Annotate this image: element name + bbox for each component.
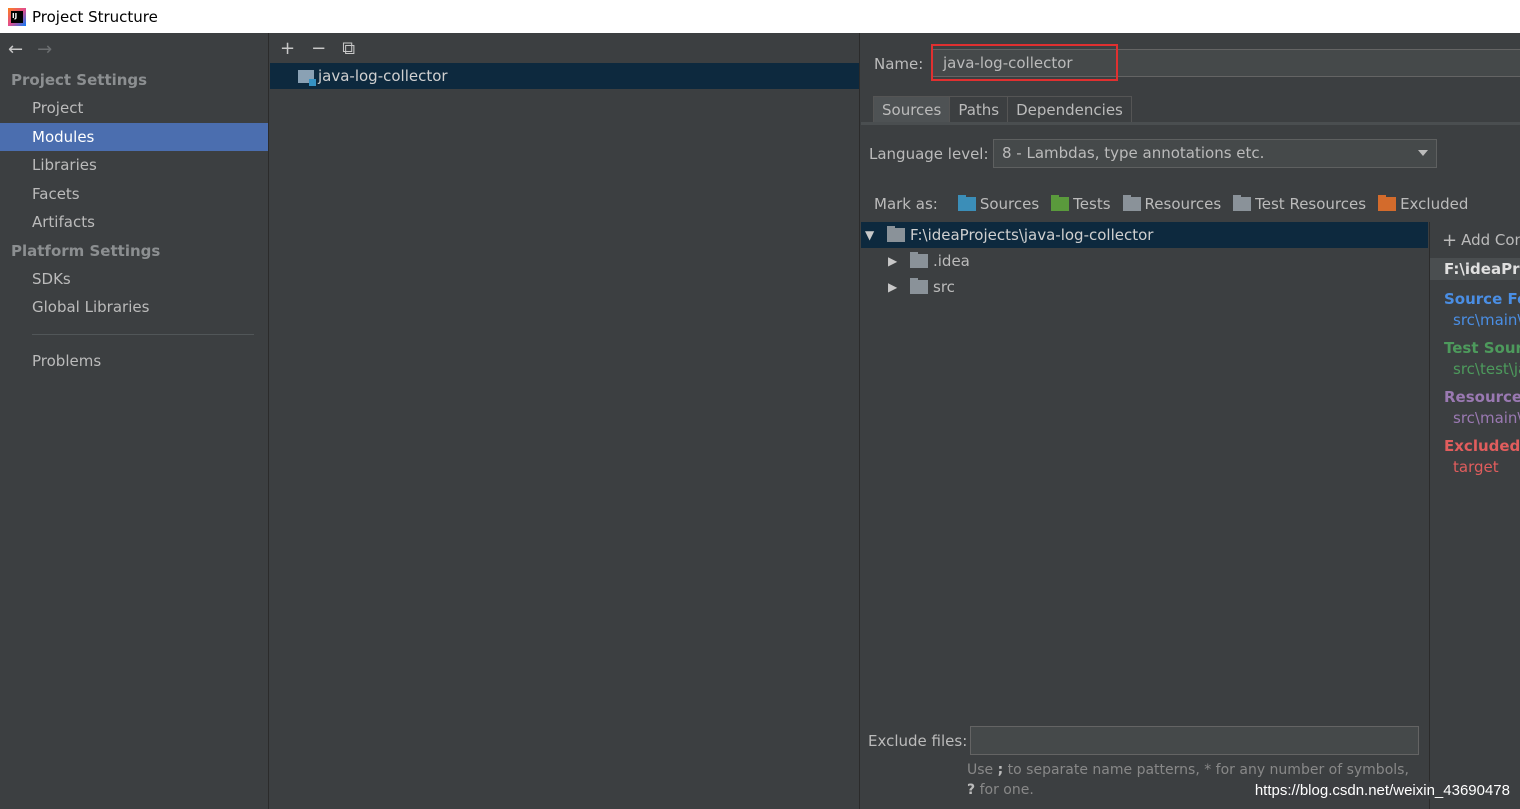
test-source-folder-path[interactable]: src\test\java [1453, 360, 1520, 378]
resource-folder-path[interactable]: src\main\resources [1453, 409, 1520, 427]
module-name-input[interactable]: java-log-collector [931, 49, 1520, 77]
tab-sources[interactable]: Sources [873, 96, 951, 122]
tree-root-row[interactable]: ▼ F:\ideaProjects\java-log-collector [861, 222, 1428, 248]
mark-resources-label: Resources [1144, 195, 1222, 213]
intellij-icon: IJ [8, 7, 26, 26]
folder-icon [910, 252, 928, 268]
back-arrow-icon[interactable]: ← [8, 39, 23, 60]
mark-as-row: Mark as: Sources Tests Resources Test Re… [861, 191, 1520, 217]
exclude-files-row: Exclude files: [861, 726, 1428, 756]
collapsed-triangle-icon[interactable]: ▶ [888, 254, 910, 268]
tab-dependencies[interactable]: Dependencies [1007, 96, 1132, 122]
mark-test-resources-button[interactable]: Test Resources [1233, 195, 1366, 213]
module-toolbar: + − ⧉ [270, 33, 859, 63]
folder-icon [887, 226, 905, 242]
tree-row-src[interactable]: ▶ src [861, 274, 1428, 300]
plus-icon: + [1442, 229, 1458, 251]
test-source-folders-header: Test Source Folders [1444, 339, 1520, 357]
sidebar-item-global-libraries[interactable]: Global Libraries [0, 293, 268, 322]
excluded-folder-path[interactable]: target [1453, 458, 1520, 476]
mark-as-label: Mark as: [874, 195, 938, 213]
title-bar: IJ Project Structure [0, 0, 1520, 33]
sidebar-item-libraries[interactable]: Libraries [0, 151, 268, 180]
sidebar-divider [32, 333, 254, 335]
source-folder-path[interactable]: src\main\java [1453, 311, 1520, 329]
settings-sidebar: ← → Project Settings Project Modules Lib… [0, 33, 269, 809]
project-settings-header: Project Settings [11, 71, 148, 89]
mark-tests-button[interactable]: Tests [1051, 195, 1111, 213]
collapsed-triangle-icon[interactable]: ▶ [888, 280, 910, 294]
add-content-root-button[interactable]: + Add Content Root [1430, 222, 1520, 258]
sidebar-item-modules[interactable]: Modules [0, 122, 268, 151]
add-icon[interactable]: + [280, 38, 295, 59]
module-detail-panel: Name: java-log-collector Sources Paths D… [861, 33, 1520, 809]
language-level-row: Language level: 8 - Lambdas, type annota… [861, 139, 1520, 169]
tree-row-idea[interactable]: ▶ .idea [861, 248, 1428, 274]
tests-folder-icon [1051, 195, 1070, 211]
nav-arrows: ← → [0, 33, 268, 66]
mark-excluded-label: Excluded [1400, 195, 1469, 213]
sources-folder-icon [957, 195, 976, 211]
excluded-folders-header: Excluded Folders [1444, 437, 1520, 455]
sidebar-item-facets[interactable]: Facets [0, 180, 268, 209]
language-level-select[interactable]: 8 - Lambdas, type annotations etc. [993, 139, 1437, 168]
name-row: Name: java-log-collector [861, 44, 1520, 81]
module-tabs: Sources Paths Dependencies [861, 96, 1520, 125]
hint-text: Use [967, 762, 998, 778]
module-folder-icon [298, 69, 316, 86]
exclude-files-label: Exclude files: [868, 732, 968, 750]
mark-tests-label: Tests [1073, 195, 1111, 213]
tree-row-label: .idea [933, 252, 970, 270]
module-item[interactable]: java-log-collector [270, 63, 859, 89]
content-root-path: F:\ideaProjects\java-log-collector [1430, 258, 1520, 280]
folder-icon [910, 278, 928, 294]
chevron-down-icon [1418, 150, 1428, 156]
hint-text: for one. [975, 782, 1034, 798]
tree-row-label: src [933, 278, 955, 296]
module-list-panel: + − ⧉ java-log-collector [270, 33, 860, 809]
tab-paths[interactable]: Paths [949, 96, 1009, 122]
mark-test-resources-label: Test Resources [1255, 195, 1367, 213]
sidebar-item-sdks[interactable]: SDKs [0, 265, 268, 294]
mark-resources-button[interactable]: Resources [1122, 195, 1222, 213]
name-label: Name: [874, 54, 924, 73]
source-folders-header: Source Folders [1444, 290, 1520, 308]
mark-sources-label: Sources [979, 195, 1040, 213]
language-level-label: Language level: [869, 145, 989, 163]
add-content-root-label: Add Content Root [1461, 231, 1520, 249]
sidebar-item-project[interactable]: Project [0, 94, 268, 123]
hint-text: to separate name patterns, * for any num… [1003, 762, 1409, 778]
mark-sources-button[interactable]: Sources [957, 195, 1040, 213]
tree-root-label: F:\ideaProjects\java-log-collector [910, 226, 1154, 244]
sidebar-item-problems[interactable]: Problems [0, 347, 268, 376]
test-resources-folder-icon [1233, 195, 1252, 211]
resources-folder-icon [1122, 195, 1141, 211]
forward-arrow-icon[interactable]: → [37, 39, 52, 60]
watermark-url: https://blog.csdn.net/weixin_43690478 [1254, 782, 1510, 799]
sidebar-item-artifacts[interactable]: Artifacts [0, 208, 268, 237]
mark-excluded-button[interactable]: Excluded [1378, 195, 1468, 213]
expanded-triangle-icon[interactable]: ▼ [865, 228, 887, 242]
module-item-label: java-log-collector [318, 67, 448, 85]
hint-question: ? [967, 782, 976, 798]
copy-icon[interactable]: ⧉ [342, 38, 355, 59]
language-level-value: 8 - Lambdas, type annotations etc. [1002, 144, 1265, 162]
window-title: Project Structure [32, 7, 158, 26]
remove-icon[interactable]: − [311, 38, 326, 59]
content-roots-panel: + Add Content Root F:\ideaProjects\java-… [1429, 222, 1520, 809]
content-root-tree: ▼ F:\ideaProjects\java-log-collector ▶ .… [861, 222, 1428, 722]
resource-folders-header: Resource Folders [1444, 388, 1520, 406]
exclude-files-input[interactable] [970, 726, 1419, 755]
platform-settings-header: Platform Settings [11, 241, 161, 260]
excluded-folder-icon [1378, 195, 1397, 211]
